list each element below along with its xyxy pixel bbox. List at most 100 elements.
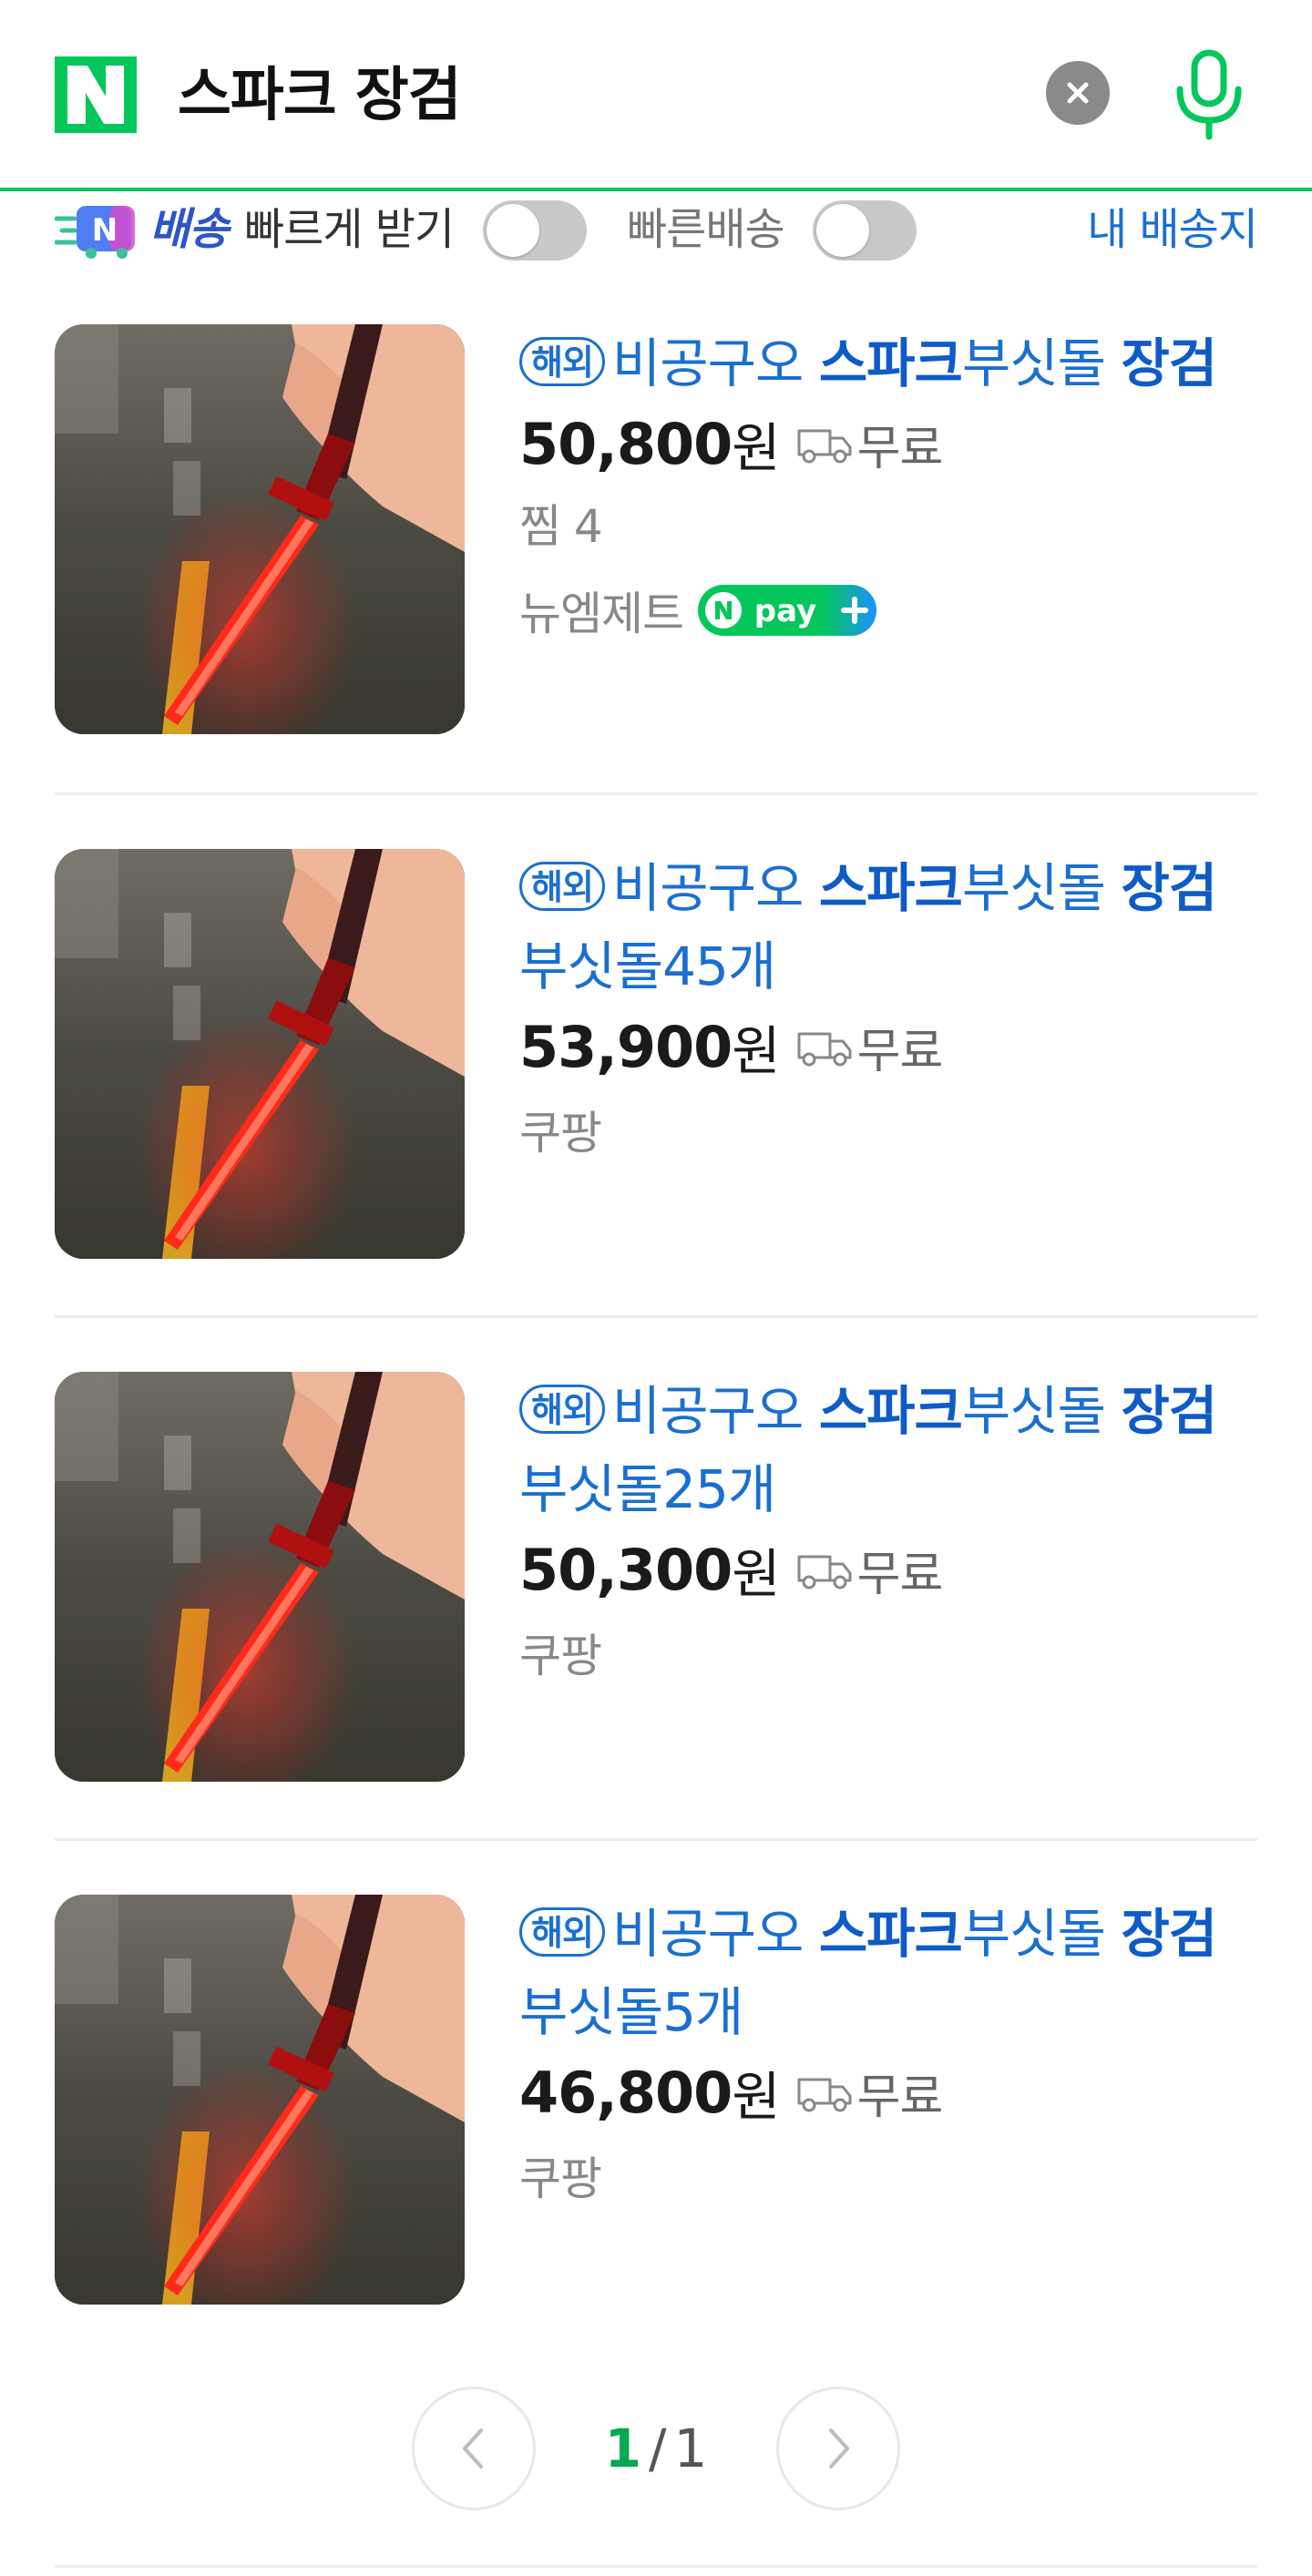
current-page: 1 bbox=[604, 2418, 641, 2479]
currency-unit: 원 bbox=[732, 1020, 781, 1082]
naver-logo[interactable] bbox=[55, 56, 137, 133]
product-title[interactable]: 해외 비공구오 스파크부싯돌 장검 부싯돌25개 bbox=[519, 1372, 1257, 1528]
product-price: 50,800 bbox=[519, 410, 733, 477]
seller-row: 쿠팡 bbox=[519, 1088, 1257, 1171]
microphone-icon bbox=[1176, 49, 1242, 140]
seller-row: 뉴엠제트 pay bbox=[519, 568, 1257, 652]
title-segment: 부싯돌5개 bbox=[519, 1981, 743, 2043]
next-page-button[interactable] bbox=[776, 2387, 900, 2510]
pagination: 1/1 bbox=[0, 2387, 1312, 2510]
title-segment: 비공구오 bbox=[611, 332, 819, 394]
overseas-badge: 해외 bbox=[519, 1907, 605, 1957]
shipping-fee: 무료 bbox=[856, 1547, 944, 1602]
product-card[interactable]: 해외 비공구오 스파크부싯돌 장검 부싯돌5개 46,800 원 무료쿠팡 bbox=[55, 1895, 1257, 2305]
currency-unit: 원 bbox=[732, 1543, 781, 1605]
product-thumbnail[interactable] bbox=[55, 1372, 465, 1782]
page-indicator: 1/1 bbox=[0, 2412, 1312, 2485]
delivery-truck-icon bbox=[797, 1032, 852, 1067]
product-divider bbox=[55, 1838, 1257, 1841]
delivery-filter-row: N 배송 빠르게 받기 빠른배송 내 배송지 bbox=[0, 195, 1312, 266]
currency-unit: 원 bbox=[732, 417, 781, 479]
quick-delivery-toggle[interactable] bbox=[813, 200, 917, 261]
product-thumbnail[interactable] bbox=[55, 849, 465, 1259]
product-info: 해외 비공구오 스파크부싯돌 장검 부싯돌45개 53,900 원 무료쿠팡 bbox=[519, 849, 1257, 1171]
fast-delivery-label: 빠르게 받기 bbox=[244, 204, 455, 255]
product-image bbox=[55, 1372, 465, 1782]
price-row: 50,300 원 무료 bbox=[519, 1528, 1257, 1610]
npay-icon: pay bbox=[698, 585, 876, 636]
product-info: 해외 비공구오 스파크부싯돌 장검 50,800 원 무료 찜 4 뉴엠제트 pay bbox=[519, 324, 1257, 652]
price-row: 50,800 원 무료 bbox=[519, 403, 1257, 485]
title-segment: 부싯돌 bbox=[961, 857, 1122, 919]
title-segment: 비공구오 bbox=[611, 857, 819, 919]
product-title[interactable]: 해외 비공구오 스파크부싯돌 장검 bbox=[519, 324, 1257, 403]
page-separator: / bbox=[648, 2418, 667, 2479]
search-query-text[interactable]: 스파크 장검 bbox=[178, 55, 462, 137]
product-card[interactable]: 해외 비공구오 스파크부싯돌 장검 부싯돌45개 53,900 원 무료쿠팡 bbox=[55, 849, 1257, 1259]
total-pages: 1 bbox=[673, 2418, 708, 2479]
shipping-fee: 무료 bbox=[856, 1024, 944, 1079]
shipping-fee: 무료 bbox=[856, 2070, 944, 2125]
product-info: 해외 비공구오 스파크부싯돌 장검 부싯돌5개 46,800 원 무료쿠팡 bbox=[519, 1895, 1257, 2217]
fast-delivery-toggle[interactable] bbox=[483, 200, 587, 261]
title-segment: 부싯돌 bbox=[961, 332, 1122, 394]
product-info: 해외 비공구오 스파크부싯돌 장검 부싯돌25개 50,300 원 무료쿠팡 bbox=[519, 1372, 1257, 1694]
title-segment: 부싯돌 bbox=[961, 1903, 1122, 1965]
search-header: 스파크 장검 bbox=[0, 0, 1312, 191]
price-row: 46,800 원 무료 bbox=[519, 2051, 1257, 2133]
title-segment: 부싯돌25개 bbox=[519, 1458, 776, 1520]
toggle-knob bbox=[816, 204, 869, 257]
overseas-badge: 해외 bbox=[519, 862, 605, 911]
product-thumbnail[interactable] bbox=[55, 1895, 465, 2305]
product-image bbox=[55, 324, 465, 734]
bottom-divider bbox=[55, 2565, 1257, 2568]
product-image bbox=[55, 1895, 465, 2305]
overseas-badge: 해외 bbox=[519, 1385, 605, 1434]
product-divider bbox=[55, 1315, 1257, 1318]
product-price: 46,800 bbox=[519, 2059, 733, 2126]
product-price: 50,300 bbox=[519, 1536, 733, 1603]
product-image bbox=[55, 849, 465, 1259]
seller-name[interactable]: 뉴엠제트 bbox=[519, 578, 684, 643]
title-segment: 스파크 bbox=[818, 332, 963, 394]
title-segment: 장검 bbox=[1121, 1380, 1217, 1442]
fast-delivery-icon: N bbox=[55, 206, 135, 259]
shipping-fee: 무료 bbox=[856, 421, 944, 476]
title-segment: 부싯돌45개 bbox=[519, 935, 776, 997]
title-segment: 장검 bbox=[1121, 857, 1217, 919]
svg-text:pay: pay bbox=[754, 593, 816, 629]
fast-delivery-badge-text: N bbox=[92, 212, 118, 249]
toggle-knob bbox=[487, 204, 539, 257]
clear-search-button[interactable] bbox=[1046, 61, 1110, 125]
product-price: 53,900 bbox=[519, 1013, 733, 1080]
seller-row: 쿠팡 bbox=[519, 1610, 1257, 1694]
product-card[interactable]: 해외 비공구오 스파크부싯돌 장검 50,800 원 무료 찜 4 뉴엠제트 pay bbox=[55, 324, 1257, 734]
title-segment: 부싯돌 bbox=[961, 1380, 1122, 1442]
product-divider bbox=[55, 792, 1257, 795]
quick-delivery-label: 빠른배송 bbox=[627, 204, 785, 255]
product-card[interactable]: 해외 비공구오 스파크부싯돌 장검 부싯돌25개 50,300 원 무료쿠팡 bbox=[55, 1372, 1257, 1782]
voice-search-button[interactable] bbox=[1168, 47, 1250, 142]
delivery-truck-icon bbox=[797, 429, 852, 464]
title-segment: 스파크 bbox=[818, 1903, 963, 1965]
delivery-truck-icon bbox=[797, 2078, 852, 2112]
delivery-truck-icon bbox=[797, 1555, 852, 1590]
price-row: 53,900 원 무료 bbox=[519, 1006, 1257, 1088]
title-segment: 비공구오 bbox=[611, 1903, 819, 1965]
chevron-right-icon bbox=[829, 2428, 849, 2469]
title-segment: 비공구오 bbox=[611, 1380, 819, 1442]
product-title[interactable]: 해외 비공구오 스파크부싯돌 장검 부싯돌45개 bbox=[519, 849, 1257, 1006]
seller-name[interactable]: 쿠팡 bbox=[519, 1620, 602, 1685]
seller-name[interactable]: 쿠팡 bbox=[519, 2142, 602, 2208]
seller-name[interactable]: 쿠팡 bbox=[519, 1097, 602, 1162]
fast-delivery-highlight: 배송 bbox=[149, 204, 229, 255]
product-title[interactable]: 해외 비공구오 스파크부싯돌 장검 부싯돌5개 bbox=[519, 1895, 1257, 2051]
overseas-badge: 해외 bbox=[519, 337, 605, 386]
product-thumbnail[interactable] bbox=[55, 324, 465, 734]
title-segment: 장검 bbox=[1121, 332, 1217, 394]
title-segment: 장검 bbox=[1121, 1903, 1217, 1965]
title-segment: 스파크 bbox=[818, 857, 963, 919]
seller-row: 쿠팡 bbox=[519, 2133, 1257, 2217]
currency-unit: 원 bbox=[732, 2066, 781, 2128]
my-address-link[interactable]: 내 배송지 bbox=[1087, 202, 1258, 257]
